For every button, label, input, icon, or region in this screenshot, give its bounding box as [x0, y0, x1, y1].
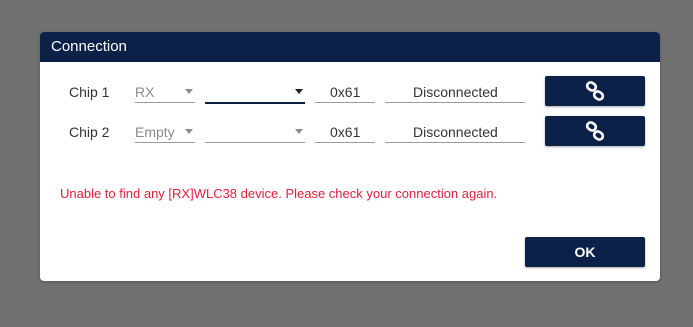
chevron-down-icon: [295, 129, 303, 134]
chip-1-connect-button[interactable]: [545, 76, 645, 106]
chip-2-status-field: Disconnected: [385, 118, 525, 143]
chip-1-address-field[interactable]: 0x61: [315, 78, 375, 103]
chevron-down-icon: [185, 129, 193, 134]
connection-dialog: Connection Chip 1 RX 0x61 Disconnected C…: [40, 32, 660, 281]
chip-row-1: Chip 1 RX 0x61 Disconnected: [40, 76, 660, 106]
chip-2-connect-button[interactable]: [545, 116, 645, 146]
chip-row-2: Chip 2 Empty 0x61 Disconnected: [40, 116, 660, 146]
chip-1-mode-value: RX: [135, 84, 155, 100]
link-icon: [585, 121, 605, 141]
chip-1-address-value: 0x61: [330, 84, 361, 100]
chip-2-address-value: 0x61: [330, 124, 361, 140]
chip-2-label: Chip 2: [69, 124, 110, 140]
chip-2-status-value: Disconnected: [413, 124, 498, 140]
chip-1-device-select[interactable]: [205, 78, 305, 104]
chip-2-address-field[interactable]: 0x61: [315, 118, 375, 143]
chevron-down-icon: [295, 89, 303, 94]
ok-button[interactable]: OK: [525, 237, 645, 267]
chevron-down-icon: [185, 89, 193, 94]
chip-2-mode-value: Empty: [135, 124, 175, 140]
chip-1-label: Chip 1: [69, 84, 110, 100]
chip-2-device-select[interactable]: [205, 118, 305, 143]
chip-1-mode-select[interactable]: RX: [135, 78, 195, 103]
dialog-title: Connection: [40, 32, 660, 62]
chip-1-status-field: Disconnected: [385, 78, 525, 103]
link-icon: [585, 81, 605, 101]
chip-1-status-value: Disconnected: [413, 84, 498, 100]
error-message: Unable to find any [RX]WLC38 device. Ple…: [60, 186, 498, 201]
chip-2-mode-select[interactable]: Empty: [135, 118, 195, 143]
